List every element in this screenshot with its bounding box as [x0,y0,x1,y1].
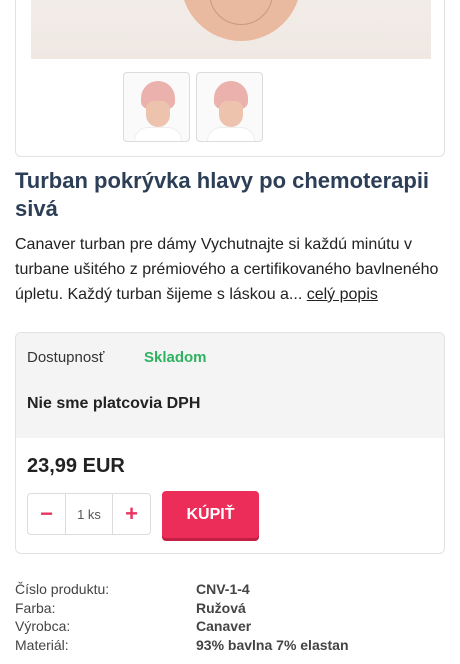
product-gallery [15,0,445,157]
param-label: Číslo produktu: [15,581,110,597]
param-row-material: Materiál: 93% bavlna 7% elastan [15,636,445,655]
param-row-color: Farba: Ružová [15,599,445,618]
product-thumbnail-2[interactable] [196,72,263,142]
product-thumbnail-1[interactable] [123,72,190,142]
thumbnail-list [123,72,263,142]
param-label: Farba: [15,599,56,616]
face-shape [219,101,243,127]
vat-note: Nie sme platcovia DPH [27,395,201,412]
product-price: 23,99 EUR [27,455,125,477]
shirt-shape [134,127,182,141]
param-row-manufacturer: Výrobca: Canaver [15,617,445,636]
param-value: Ružová [196,599,246,616]
buy-box: Dostupnosť Skladom Nie sme platcovia DPH… [15,332,445,554]
param-label: Výrobca: [15,618,71,634]
main-product-image[interactable] [31,0,431,59]
quantity-input[interactable]: 1 ks [65,494,113,534]
product-title: Turban pokrývka hlavy po chemoterapii si… [15,168,430,221]
full-description-link[interactable]: celý popis [307,286,378,303]
face-shape [146,101,170,127]
availability-label: Dostupnosť [27,349,105,366]
param-value: 93% bavlna 7% elastan [196,636,349,653]
param-label: Materiál: [15,636,69,653]
quantity-decrease-button[interactable]: − [28,494,65,534]
param-value: Canaver [196,618,252,634]
buy-button[interactable]: KÚPIŤ [162,491,259,538]
product-description: Canaver turban pre dámy Vychutnajte si k… [15,232,445,307]
product-parameters: Číslo produktu: CNV-1-4 Farba: Ružová Vý… [15,580,445,654]
param-row-code: Číslo produktu: CNV-1-4 [15,580,445,599]
shirt-shape [207,127,255,141]
quantity-stepper: − 1 ks + [27,493,151,535]
quantity-increase-button[interactable]: + [113,494,150,534]
availability-status: Skladom [144,349,207,366]
param-value: CNV-1-4 [196,581,250,597]
buy-box-info: Dostupnosť Skladom Nie sme platcovia DPH [16,333,444,438]
